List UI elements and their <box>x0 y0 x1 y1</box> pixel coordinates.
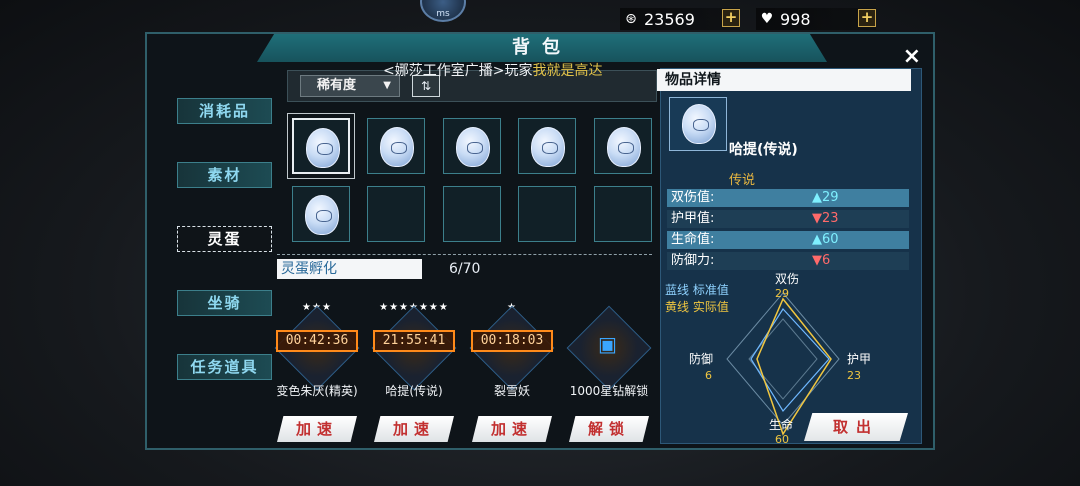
spirit-egg-icon <box>531 127 565 167</box>
nav-consumables[interactable]: 消耗品 <box>177 98 272 124</box>
gem-icon: ♥ <box>760 11 774 27</box>
nav-mounts[interactable]: 坐骑 <box>177 290 272 316</box>
speedup-button[interactable]: 加速 <box>374 416 454 442</box>
unlock-button[interactable]: 解锁 <box>569 416 649 442</box>
down-arrow-icon: ▼ <box>812 253 822 268</box>
radar-axis-value: 29 <box>775 287 789 300</box>
nav-spirit-eggs[interactable]: 灵蛋 <box>177 226 272 252</box>
radar-axis-label: 双伤 <box>775 272 799 286</box>
inventory-slot-empty[interactable] <box>518 186 576 242</box>
item-rarity: 传说 <box>729 173 756 188</box>
stat-row: 防御力: ▼6 <box>667 252 909 270</box>
inventory-slot[interactable] <box>292 186 350 242</box>
add-gems-button[interactable]: + <box>858 9 876 27</box>
up-arrow-icon: ▲ <box>812 232 822 247</box>
spirit-egg-icon <box>306 128 340 168</box>
spirit-egg-icon <box>380 127 414 167</box>
stat-row: 护甲值: ▼23 <box>667 210 909 228</box>
item-icon <box>669 97 727 151</box>
radar-axis-value: 23 <box>847 369 861 382</box>
nav-quest-items[interactable]: 任务道具 <box>177 354 272 380</box>
down-arrow-icon: ▼ <box>812 211 822 226</box>
nav-materials[interactable]: 素材 <box>177 162 272 188</box>
speedup-button[interactable]: 加速 <box>472 416 552 442</box>
system-broadcast: <娜莎工作室广播>玩家我就是高达 <box>383 63 603 79</box>
lock-icon: ▣ <box>598 332 617 356</box>
spirit-egg-icon <box>682 104 716 144</box>
add-coins-button[interactable]: + <box>722 9 740 27</box>
take-out-button[interactable]: 取出 <box>804 413 908 441</box>
egg-name: 变色朱厌(精英) <box>276 384 358 398</box>
coin-balance: ⊛ 23569 + <box>620 8 740 30</box>
inventory-slot[interactable] <box>594 118 652 174</box>
up-arrow-icon: ▲ <box>812 190 822 205</box>
egg-name: 裂雪妖 <box>493 384 530 398</box>
radar-axis-label: 防御 <box>689 351 713 366</box>
inventory-slot[interactable] <box>443 118 501 174</box>
spirit-egg-icon <box>607 127 641 167</box>
spirit-egg-icon <box>305 195 339 235</box>
hatch-timer: 00:18:03 <box>471 330 553 352</box>
detail-header: 物品详情 <box>657 69 911 91</box>
hatch-timer: 21:55:41 <box>373 330 455 352</box>
item-detail-panel: 物品详情 哈提(传说) 传说 双伤值: ▲29 护甲值: ▼23 生命值: ▲6… <box>657 68 922 445</box>
egg-count: 6/70 <box>449 261 481 277</box>
gem-balance: ♥ 998 + <box>756 8 876 30</box>
hatch-slot[interactable]: ★★★★★★★ 21:55:41 哈提(传说) <box>369 302 459 412</box>
inventory-slot[interactable] <box>292 118 350 174</box>
inventory-slot-empty[interactable] <box>443 186 501 242</box>
backpack-window: 背包 × 消耗品 素材 灵蛋 坐骑 任务道具 稀有度 ▼ ⇅ 灵蛋孵化 6/70… <box>145 32 935 450</box>
radar-axis-value: 6 <box>705 369 712 382</box>
spirit-egg-icon <box>456 127 490 167</box>
stat-row: 双伤值: ▲29 <box>667 189 909 207</box>
radar-axis-label: 生命 <box>769 417 793 432</box>
inventory-slot[interactable] <box>518 118 576 174</box>
hatch-slot[interactable]: ★★★ 00:42:36 变色朱厌(精英) <box>272 302 362 412</box>
close-button[interactable]: × <box>903 44 921 69</box>
hatch-section-title: 灵蛋孵化 <box>277 259 422 279</box>
inventory-slot[interactable] <box>367 118 425 174</box>
radar-standard-line <box>750 308 830 413</box>
hatch-slot[interactable]: ★ 00:18:03 裂雪妖 <box>467 302 557 412</box>
radar-axis-label: 护甲 <box>847 352 871 366</box>
unlock-cost: 1000星钻解锁 <box>569 384 649 398</box>
window-title: 背包 <box>257 34 827 62</box>
hatch-timer: 00:42:36 <box>276 330 358 352</box>
radar-outer-frame <box>726 292 840 426</box>
coin-icon: ⊛ <box>625 11 637 27</box>
item-name: 哈提(传说) <box>729 142 798 158</box>
radar-inner-frame <box>748 318 818 400</box>
ping-indicator: ms <box>420 0 466 22</box>
section-divider <box>277 254 652 255</box>
egg-name: 哈提(传说) <box>385 384 443 398</box>
stat-row: 生命值: ▲60 <box>667 231 909 249</box>
speedup-button[interactable]: 加速 <box>277 416 357 442</box>
inventory-slot-empty[interactable] <box>367 186 425 242</box>
hatch-slot-locked[interactable]: ▣ 1000星钻解锁 <box>564 302 654 412</box>
radar-axis-value: 60 <box>775 433 789 445</box>
inventory-slot-empty[interactable] <box>594 186 652 242</box>
